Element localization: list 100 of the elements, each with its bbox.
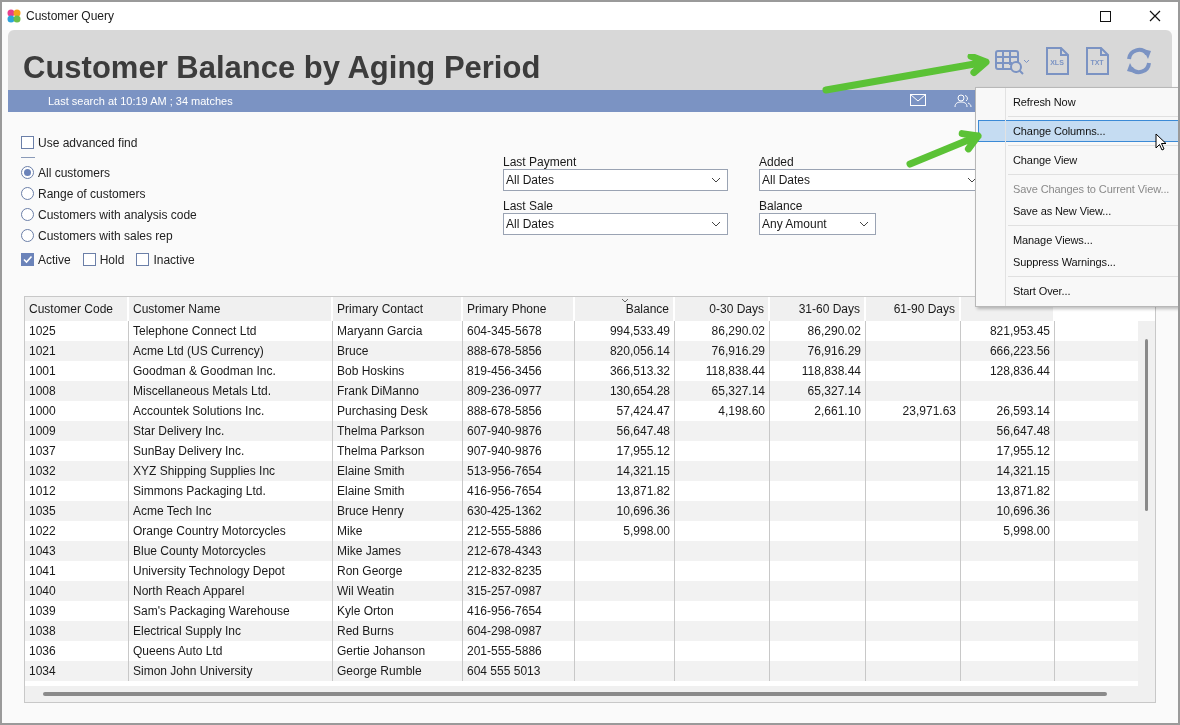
menu-item[interactable]: Change Columns... (978, 120, 1178, 142)
menu-item[interactable]: Refresh Now (978, 91, 1178, 113)
table-cell: 1035 (25, 501, 129, 521)
field-label: Added (759, 155, 795, 168)
refresh-button[interactable] (1124, 46, 1154, 76)
dropdown[interactable]: Any Amount (759, 213, 876, 235)
mail-icon[interactable] (910, 94, 926, 106)
table-cell: 809-236-0977 (463, 381, 575, 401)
column-header[interactable]: Primary Contact (333, 297, 463, 321)
people-icon[interactable] (954, 94, 972, 108)
checkbox[interactable] (82, 253, 96, 266)
table-cell: Thelma Parkson (333, 421, 463, 441)
table-cell: 1009 (25, 421, 129, 441)
table-cell: 1008 (25, 381, 129, 401)
checkbox[interactable] (136, 253, 150, 266)
table-cell: Bruce (333, 341, 463, 361)
table-cell: 820,056.14 (575, 341, 675, 361)
chevron-down-icon (711, 221, 721, 227)
dropdown[interactable]: All Dates (503, 169, 728, 191)
checkbox[interactable] (21, 253, 34, 266)
column-header[interactable]: 0-30 Days (675, 297, 770, 321)
table-cell: 513-956-7654 (463, 461, 575, 481)
radio-label: Customers with sales rep (38, 228, 173, 243)
table-cell: 1043 (25, 541, 129, 561)
table-cell: North Reach Apparel (129, 581, 333, 601)
column-header[interactable]: 61-90 Days (866, 297, 961, 321)
table-cell: 604 555 5013 (463, 661, 575, 681)
radio-button[interactable] (21, 208, 34, 221)
checkbox-label: Active (38, 252, 71, 267)
table-cell: Star Delivery Inc. (129, 421, 333, 441)
table-cell: 130,654.28 (575, 381, 675, 401)
table-cell: Simon John University (129, 661, 333, 681)
table-cell: Mike James (333, 541, 463, 561)
menu-item[interactable]: Change View (978, 149, 1178, 171)
sort-caret-icon (621, 298, 629, 303)
menu-item[interactable]: Start Over... (978, 280, 1178, 302)
table-cell: 76,916.29 (675, 341, 770, 361)
close-icon[interactable] (1149, 10, 1161, 22)
table-cell: 666,223.56 (961, 341, 1055, 361)
checkbox-label: Inactive (153, 252, 195, 267)
table-cell: 1034 (25, 661, 129, 681)
column-header[interactable]: Customer Code (25, 297, 129, 321)
table-cell: George Rumble (333, 661, 463, 681)
table-cell: Elaine Smith (333, 461, 463, 481)
vertical-scrollbar-thumb[interactable] (1145, 339, 1148, 511)
table-cell: Bruce Henry (333, 501, 463, 521)
column-header[interactable]: 31-60 Days (770, 297, 866, 321)
table-cell: 14,321.15 (961, 461, 1055, 481)
table-cell: 630-425-1362 (463, 501, 575, 521)
table-cell: Red Burns (333, 621, 463, 641)
table-cell: 212-678-4343 (463, 541, 575, 561)
chevron-down-icon (711, 177, 721, 183)
radio-label: All customers (38, 165, 111, 180)
table-cell: 888-678-5856 (463, 341, 575, 361)
column-header[interactable]: Balance (575, 297, 675, 321)
table-cell: 607-940-9876 (463, 421, 575, 441)
table-cell: Acme Tech Inc (129, 501, 333, 521)
chevron-down-icon (859, 221, 869, 227)
checkbox[interactable] (21, 136, 34, 149)
table-cell: 1032 (25, 461, 129, 481)
table-cell: 10,696.36 (575, 501, 675, 521)
table-cell: Wil Weatin (333, 581, 463, 601)
horizontal-scrollbar-thumb[interactable] (43, 692, 1107, 696)
table-cell: 315-257-0987 (463, 581, 575, 601)
window-title: Customer Query (26, 9, 116, 23)
search-summary: Last search at 10:19 AM ; 34 matches (48, 95, 234, 107)
app-logo-icon (6, 8, 22, 24)
table-cell: 56,647.48 (575, 421, 675, 441)
table-cell: 65,327.14 (770, 381, 866, 401)
maximize-icon[interactable] (1099, 10, 1111, 22)
table-cell: Frank DiManno (333, 381, 463, 401)
radio-button[interactable] (21, 166, 34, 179)
table-cell: 56,647.48 (961, 421, 1055, 441)
column-header[interactable]: Primary Phone (463, 297, 575, 321)
radio-label: Customers with analysis code (38, 207, 197, 222)
table-cell: XYZ Shipping Supplies Inc (129, 461, 333, 481)
radio-button[interactable] (21, 187, 34, 200)
table-cell: 10,696.36 (961, 501, 1055, 521)
table-cell: 1038 (25, 621, 129, 641)
checkbox-label: Use advanced find (38, 135, 138, 150)
table-cell: 76,916.29 (770, 341, 866, 361)
menu-item[interactable]: Manage Views... (978, 229, 1178, 251)
table-cell: Miscellaneous Metals Ltd. (129, 381, 333, 401)
table-cell: 1021 (25, 341, 129, 361)
menu-item[interactable]: Save as New View... (978, 200, 1178, 222)
table-cell: 65,327.14 (675, 381, 770, 401)
table-cell: Acme Ltd (US Currency) (129, 341, 333, 361)
radio-label: Range of customers (38, 186, 146, 201)
field-label: Balance (759, 199, 804, 212)
mouse-cursor-icon (1155, 133, 1167, 151)
table-cell: 1040 (25, 581, 129, 601)
column-header[interactable]: Customer Name (129, 297, 333, 321)
field-label: Last Payment (503, 155, 578, 168)
radio-button[interactable] (21, 229, 34, 242)
dropdown[interactable]: All Dates (503, 213, 728, 235)
page-title: Customer Balance by Aging Period (23, 50, 541, 86)
table-cell: Blue County Motorcycles (129, 541, 333, 561)
table-search-button[interactable] (994, 47, 1030, 75)
menu-item[interactable]: Suppress Warnings... (978, 251, 1178, 273)
checkbox-label: Hold (99, 252, 125, 267)
